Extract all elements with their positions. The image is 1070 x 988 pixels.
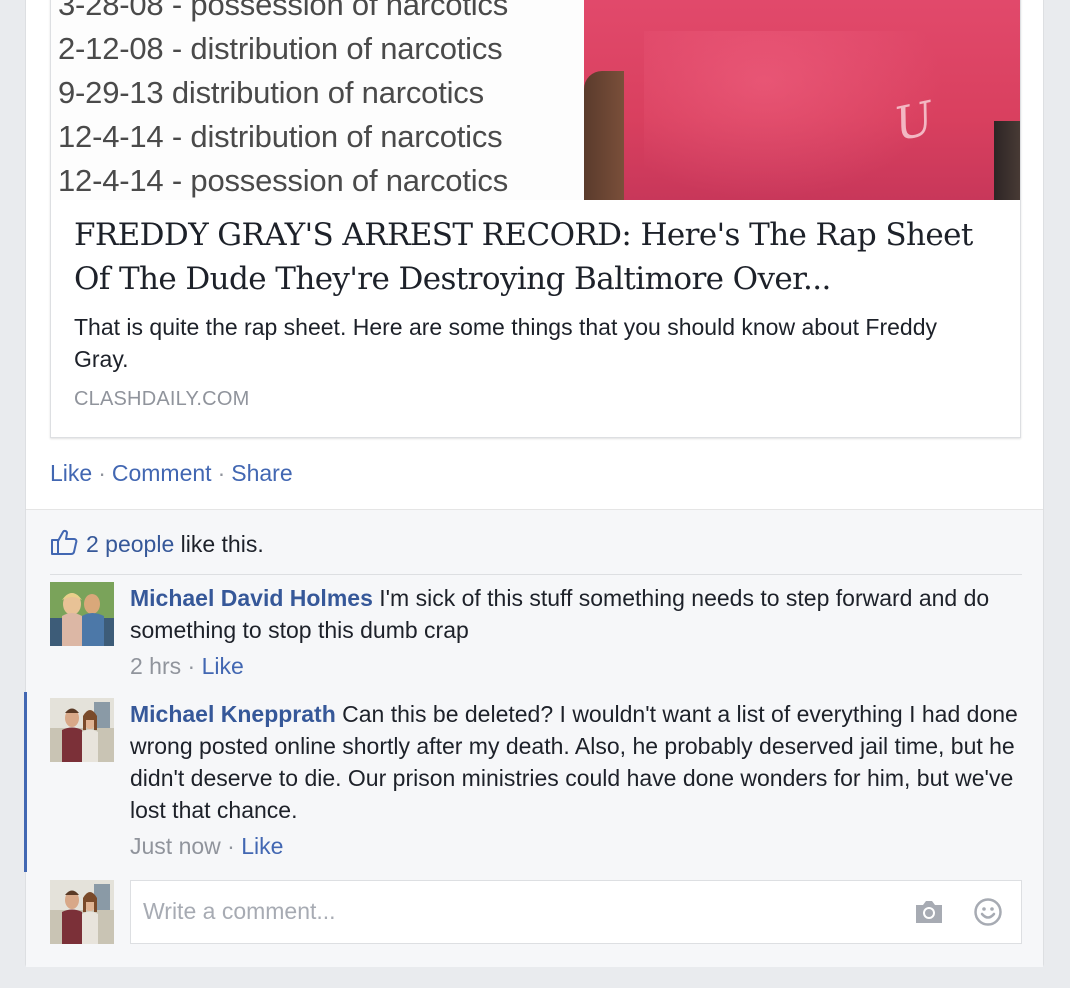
preview-body: FREDDY GRAY'S ARREST RECORD: Here's The … — [51, 200, 1020, 411]
likes-text: 2 people like this. — [86, 531, 264, 558]
avatar-photo — [50, 698, 114, 762]
likes-count-link[interactable]: 2 people — [86, 531, 174, 557]
record-line: 3-28-08 - possession of narcotics — [58, 0, 509, 22]
comment-time[interactable]: Just now — [130, 833, 221, 859]
preview-description: That is quite the rap sheet. Here are so… — [74, 314, 937, 372]
preview-title[interactable]: FREDDY GRAY'S ARREST RECORD: Here's The … — [74, 213, 997, 301]
share-link[interactable]: Share — [231, 460, 292, 486]
comment-meta: 2 hrs · Like — [130, 653, 244, 679]
comment-link[interactable]: Comment — [112, 460, 212, 486]
new-comment-highlight — [24, 692, 27, 872]
record-line: 12-4-14 - distribution of narcotics — [58, 119, 503, 154]
avatar-photo — [50, 582, 114, 646]
comment-time[interactable]: 2 hrs — [130, 653, 181, 679]
post-actions: Like · Comment · Share — [50, 460, 293, 487]
comment-composer: Write a comment... — [50, 880, 1022, 944]
separator: · — [98, 460, 106, 486]
comment-author[interactable]: Michael Knepprath — [130, 701, 336, 727]
separator: · — [217, 460, 226, 486]
thumbs-up-icon — [51, 529, 78, 555]
arm-left — [584, 71, 624, 200]
preview-domain: CLASHDAILY.COM — [74, 388, 250, 410]
avatar[interactable] — [50, 698, 114, 762]
avatar[interactable] — [50, 582, 114, 646]
comment-placeholder: Write a comment... — [143, 898, 336, 924]
arrest-record-image: 3-28-08 - possession of narcotics 2-12-0… — [51, 0, 584, 200]
record-line: 12-4-14 - possession of narcotics — [58, 163, 509, 198]
like-link[interactable]: Like — [50, 460, 92, 486]
post-card: 3-28-08 - possession of narcotics 2-12-0… — [24, 0, 1044, 967]
likes-suffix: like this. — [174, 531, 264, 557]
comment-body: Michael Knepprath Can this be deleted? I… — [130, 698, 1020, 862]
person-photo: U — [584, 0, 1020, 200]
comment-author[interactable]: Michael David Holmes — [130, 585, 373, 611]
comment-meta: Just now · Like — [130, 833, 284, 859]
comments-section: 2 people like this. Michael David Holmes… — [24, 509, 1043, 967]
arm-right — [994, 121, 1020, 200]
record-line: 2-12-08 - distribution of narcotics — [58, 31, 503, 66]
avatar-photo — [50, 880, 114, 944]
record-line: 9-29-13 distribution of narcotics — [58, 75, 484, 110]
avatar — [50, 880, 114, 944]
emoji-icon[interactable] — [973, 897, 1003, 927]
link-preview[interactable]: 3-28-08 - possession of narcotics 2-12-0… — [50, 0, 1021, 438]
camera-icon[interactable] — [913, 898, 945, 926]
arrest-record-lines: 3-28-08 - possession of narcotics 2-12-0… — [58, 0, 508, 200]
comment-like-link[interactable]: Like — [241, 833, 283, 859]
likes-summary: 2 people like this. — [50, 526, 1022, 575]
comment-input[interactable]: Write a comment... — [130, 880, 1022, 944]
comment-like-link[interactable]: Like — [202, 653, 244, 679]
comment-body: Michael David Holmes I'm sick of this st… — [130, 582, 1020, 682]
